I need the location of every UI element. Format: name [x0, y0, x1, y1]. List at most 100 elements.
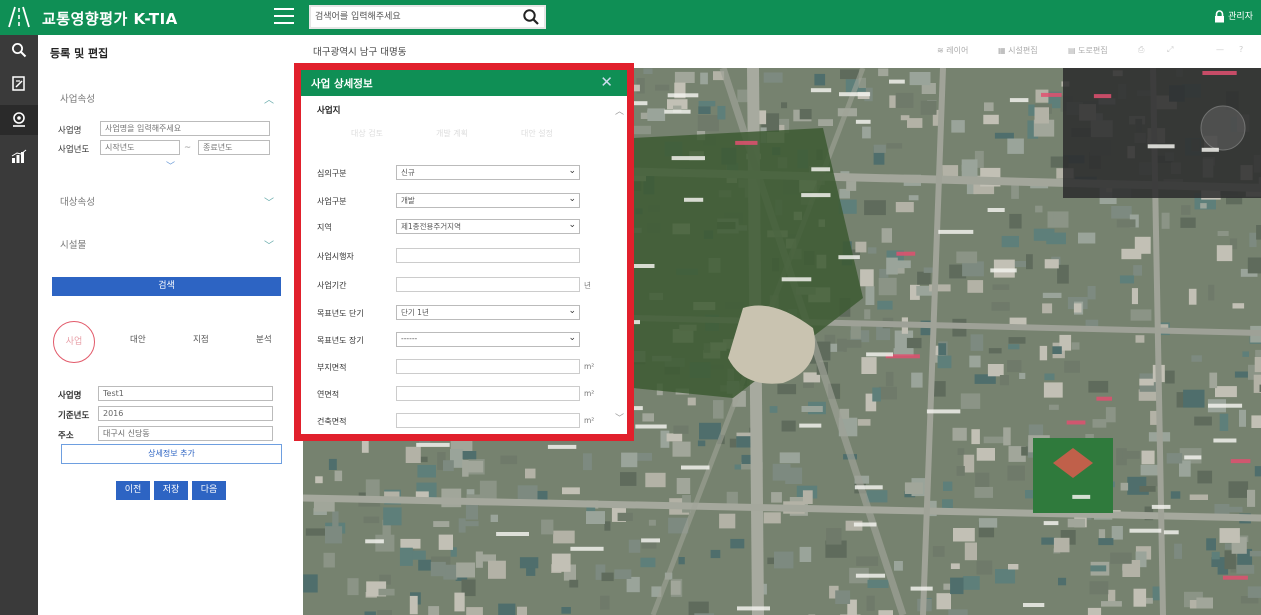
edit-panel: 등록 및 편집 사업속성 ︿ 사업명 사업년도 ~ ﹀ 대상속성 ﹀ 시설물 ﹀… [38, 35, 300, 615]
result-name-label: 사업명 [58, 391, 82, 401]
business-type-select[interactable]: 개발 ⌄ [396, 193, 580, 208]
chevron-down-icon: ⌄ [568, 220, 576, 230]
document-icon: ▤ [1068, 46, 1079, 55]
section-business-header[interactable]: 사업속성 ︿ [52, 88, 274, 108]
field-label: 사업기간 [317, 281, 347, 290]
step-business[interactable]: 사업 [53, 321, 95, 363]
business-name-input[interactable] [100, 121, 270, 136]
short-target-year-select[interactable]: 단기 1년 ⌄ [396, 305, 580, 320]
review-type-select[interactable]: 신규 ⌄ [396, 165, 580, 180]
fullscreen-icon[interactable]: ⤢ [1167, 45, 1173, 55]
rail-location-button[interactable] [0, 105, 38, 135]
section-target-header[interactable]: 대상속성 ﹀ [52, 191, 274, 211]
chevron-down-icon: ﹀ [264, 198, 274, 209]
minimize-icon[interactable]: — [1216, 45, 1224, 54]
search-icon [12, 43, 27, 58]
result-address-label: 주소 [58, 431, 74, 441]
modal-body: 사업지 ︿ 대상 검토 개발 계획 대안 설정 심의구분 신규 ⌄ 사업구분 개발… [301, 96, 627, 434]
search-input[interactable] [315, 9, 515, 25]
operator-input[interactable] [396, 248, 580, 263]
chevron-down-icon: ﹀ [264, 241, 274, 252]
select-value: 제1종전용주거지역 [401, 222, 461, 231]
business-detail-modal: 사업 상세정보 ✕ 사업지 ︿ 대상 검토 개발 계획 대안 설정 심의구분 신… [294, 63, 634, 441]
app-title: 교통영향평가 K-TIA [42, 10, 178, 28]
panel-search-button[interactable]: 검색 [52, 277, 281, 296]
field-label: 목표년도 장기 [317, 336, 364, 345]
floor-area-input[interactable] [396, 386, 580, 401]
end-year-input[interactable] [198, 140, 270, 155]
next-button[interactable]: 다음 [192, 481, 226, 500]
select-value: 신규 [401, 168, 415, 177]
print-icon[interactable]: ⎙ [1138, 45, 1144, 55]
field-label: 사업시행자 [317, 252, 354, 261]
lock-icon [1215, 10, 1225, 23]
layer-tool[interactable]: ≋ 레이어 [937, 45, 968, 56]
road-edit-tool[interactable]: ▤ 도로편집 [1068, 45, 1108, 56]
chevron-down-icon: ⌄ [568, 166, 576, 176]
result-name-field[interactable] [98, 386, 273, 401]
icon-rail [0, 35, 38, 615]
user-label: 관리자 [1228, 12, 1253, 22]
road-logo-icon [8, 6, 30, 28]
chevron-down-icon[interactable]: ﹀ [166, 159, 175, 172]
business-year-label: 사업년도 [58, 145, 90, 155]
zone-select[interactable]: 제1종전용주거지역 ⌄ [396, 219, 580, 234]
map-pin-icon [13, 112, 25, 127]
rail-chart-button[interactable] [0, 141, 38, 171]
result-year-field[interactable] [98, 406, 273, 421]
help-icon[interactable]: ? [1239, 45, 1243, 54]
facility-edit-tool[interactable]: ▦ 시설편집 [998, 45, 1038, 56]
rail-edit-button[interactable] [0, 68, 38, 98]
step-analysis[interactable]: 분석 [256, 333, 272, 345]
step-point[interactable]: 지점 [193, 333, 209, 345]
modal-section-title: 사업지 [317, 106, 341, 116]
faint-tab: 대상 검토 [351, 129, 383, 138]
step-alternative[interactable]: 대안 [130, 333, 146, 345]
road-edit-label: 도로편집 [1078, 46, 1108, 55]
long-target-year-select[interactable]: ------ ⌄ [396, 332, 580, 347]
select-value: 단기 1년 [401, 308, 429, 317]
grid-icon: ▦ [998, 46, 1009, 55]
facility-edit-label: 시설편집 [1008, 46, 1038, 55]
prev-button[interactable]: 이전 [116, 481, 150, 500]
period-input[interactable] [396, 277, 580, 292]
field-label: 건축면적 [317, 417, 347, 426]
close-icon[interactable]: ✕ [600, 73, 613, 91]
field-label: 사업구분 [317, 197, 347, 206]
faint-tab: 개발 계획 [436, 129, 468, 138]
section-facility-header[interactable]: 시설물 ﹀ [52, 234, 274, 254]
save-button[interactable]: 저장 [154, 481, 188, 500]
layer-tool-label: 레이어 [946, 46, 969, 55]
start-year-input[interactable] [100, 140, 180, 155]
business-name-label: 사업명 [58, 126, 82, 136]
result-address-field[interactable] [98, 426, 273, 441]
chevron-down-icon[interactable]: ﹀ [615, 411, 624, 424]
chevron-down-icon: ⌄ [568, 333, 576, 343]
search-icon[interactable] [522, 8, 540, 26]
field-label: 목표년도 단기 [317, 309, 364, 318]
add-detail-button[interactable]: 상세정보 추가 [61, 444, 282, 464]
modal-header: 사업 상세정보 ✕ [301, 70, 627, 96]
unit-label: m² [584, 416, 595, 425]
user-menu[interactable]: 관리자 [1214, 9, 1253, 23]
chevron-up-icon[interactable]: ︿ [615, 104, 624, 117]
section-label: 대상속성 [60, 197, 95, 208]
rail-search-button[interactable] [0, 35, 38, 65]
field-label: 지역 [317, 223, 332, 232]
field-label: 연면적 [317, 390, 340, 399]
faint-tab: 대안 설정 [521, 129, 553, 138]
section-label: 시설물 [60, 240, 87, 251]
edit-document-icon [12, 75, 25, 91]
select-value: 개발 [401, 196, 415, 205]
building-area-input[interactable] [396, 413, 580, 428]
year-separator: ~ [184, 143, 192, 153]
unit-label: m² [584, 389, 595, 398]
site-area-input[interactable] [396, 359, 580, 374]
panel-title: 등록 및 편집 [50, 47, 109, 60]
top-bar: 교통영향평가 K-TIA 관리자 [0, 0, 1261, 35]
map-location-label: 대구광역시 남구 대명동 [313, 47, 407, 58]
hamburger-menu-icon[interactable] [274, 8, 294, 26]
field-label: 심의구분 [317, 169, 347, 178]
layers-icon: ≋ [937, 46, 947, 55]
chevron-down-icon: ⌄ [568, 306, 576, 316]
